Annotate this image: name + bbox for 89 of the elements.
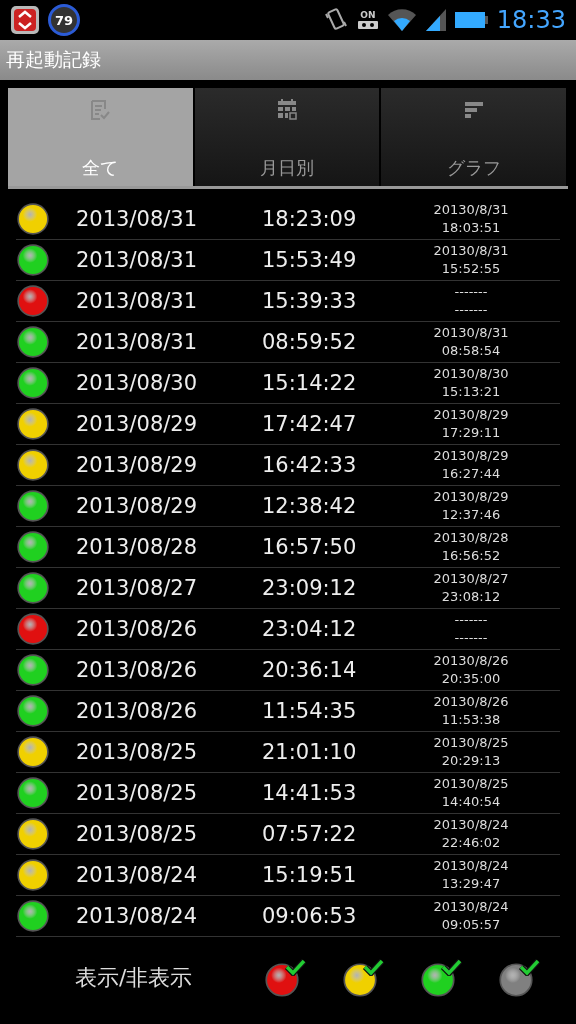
- previous-date: 20130/8/24: [433, 857, 509, 875]
- reboot-time: 15:39:33: [262, 289, 358, 313]
- previous-date: 20130/8/31: [433, 324, 509, 342]
- previous-date: 20130/8/30: [433, 365, 509, 383]
- previous-date: 20130/8/29: [433, 488, 509, 506]
- reboot-date: 2013/08/27: [76, 576, 199, 600]
- previous-date: -------: [454, 611, 488, 629]
- previous-time: 12:37:46: [441, 506, 501, 524]
- previous-time: 18:03:51: [441, 219, 501, 237]
- reboot-time: 23:09:12: [262, 576, 358, 600]
- previous-date: 20130/8/31: [433, 242, 509, 260]
- previous-time: 14:40:54: [441, 793, 501, 811]
- reboot-time: 18:23:09: [262, 207, 358, 231]
- reboot-date: 2013/08/29: [76, 412, 199, 436]
- previous-time: 16:27:44: [441, 465, 501, 483]
- previous-date: -------: [454, 283, 488, 301]
- app-title-bar: 再起動記録: [0, 40, 576, 80]
- previous-time: 11:53:38: [441, 711, 501, 729]
- previous-time: 22:46:02: [441, 834, 501, 852]
- reboot-date: 2013/08/25: [76, 781, 199, 805]
- reboot-time: 16:42:33: [262, 453, 358, 477]
- show-hide-label: 表示/非表示: [75, 964, 194, 992]
- previous-time: 20:35:00: [441, 670, 501, 688]
- previous-time: 20:29:13: [441, 752, 501, 770]
- reboot-date: 2013/08/25: [76, 822, 199, 846]
- reboot-date: 2013/08/26: [76, 617, 199, 641]
- reboot-date: 2013/08/28: [76, 535, 199, 559]
- check-icon[interactable]: [284, 958, 307, 976]
- previous-time: 09:05:57: [441, 916, 501, 934]
- reboot-time: 16:57:50: [262, 535, 358, 559]
- previous-time: -------: [454, 301, 488, 319]
- tab[interactable]: 月日別: [194, 88, 382, 186]
- previous-time: 08:58:54: [441, 342, 501, 360]
- reboot-date: 2013/08/30: [76, 371, 199, 395]
- previous-date: 20130/8/25: [433, 775, 509, 793]
- previous-time: 17:29:11: [441, 424, 501, 442]
- calendar-icon: [275, 98, 299, 122]
- reboot-time: 20:36:14: [262, 658, 358, 682]
- reboot-date: 2013/08/29: [76, 453, 199, 477]
- previous-time: -------: [454, 629, 488, 647]
- reboot-time: 07:57:22: [262, 822, 358, 846]
- reboot-time: 21:01:10: [262, 740, 358, 764]
- battery-icon: [454, 11, 489, 29]
- reboot-time: 15:14:22: [262, 371, 358, 395]
- reboot-time: 17:42:47: [262, 412, 358, 436]
- reboot-date: 2013/08/29: [76, 494, 199, 518]
- reboot-date: 2013/08/25: [76, 740, 199, 764]
- reboot-time: 08:59:52: [262, 330, 358, 354]
- check-icon[interactable]: [362, 958, 385, 976]
- previous-date: 20130/8/24: [433, 816, 509, 834]
- previous-date: 20130/8/26: [433, 652, 509, 670]
- reboot-time: 15:53:49: [262, 248, 358, 272]
- previous-time: 15:13:21: [441, 383, 501, 401]
- clock-time: 18:33: [496, 6, 566, 34]
- reboot-time: 14:41:53: [262, 781, 358, 805]
- checklist-icon: [88, 98, 113, 122]
- reboot-date: 2013/08/31: [76, 207, 199, 231]
- reboot-time: 09:06:53: [262, 904, 358, 928]
- check-icon[interactable]: [518, 958, 540, 976]
- previous-date: 20130/8/25: [433, 734, 509, 752]
- reboot-time: 23:04:12: [262, 617, 358, 641]
- notification-badge: 79: [48, 4, 80, 36]
- reboot-date: 2013/08/24: [76, 904, 199, 928]
- tab[interactable]: グラフ: [381, 88, 568, 186]
- previous-time: 23:08:12: [441, 588, 501, 606]
- previous-time: 13:29:47: [441, 875, 501, 893]
- tape-status: ON: [356, 10, 379, 30]
- reboot-date: 2013/08/31: [76, 248, 199, 272]
- reboot-time: 15:19:51: [262, 863, 358, 887]
- previous-time: 16:56:52: [441, 547, 501, 565]
- app-icon[interactable]: [10, 5, 40, 35]
- reboot-date: 2013/08/26: [76, 699, 199, 723]
- previous-date: 20130/8/27: [433, 570, 509, 588]
- reboot-time: 12:38:42: [262, 494, 358, 518]
- reboot-date: 2013/08/24: [76, 863, 199, 887]
- previous-date: 20130/8/31: [433, 201, 509, 219]
- previous-time: 15:52:55: [441, 260, 501, 278]
- reboot-time: 11:54:35: [262, 699, 358, 723]
- reboot-date: 2013/08/26: [76, 658, 199, 682]
- reboot-date: 2013/08/31: [76, 289, 199, 313]
- previous-date: 20130/8/24: [433, 898, 509, 916]
- reboot-date: 2013/08/31: [76, 330, 199, 354]
- check-icon[interactable]: [440, 958, 463, 976]
- previous-date: 20130/8/29: [433, 406, 509, 424]
- signal-icon: [424, 8, 447, 32]
- previous-date: 20130/8/29: [433, 447, 509, 465]
- previous-date: 20130/8/26: [433, 693, 509, 711]
- previous-date: 20130/8/28: [433, 529, 509, 547]
- wifi-icon: [386, 8, 417, 32]
